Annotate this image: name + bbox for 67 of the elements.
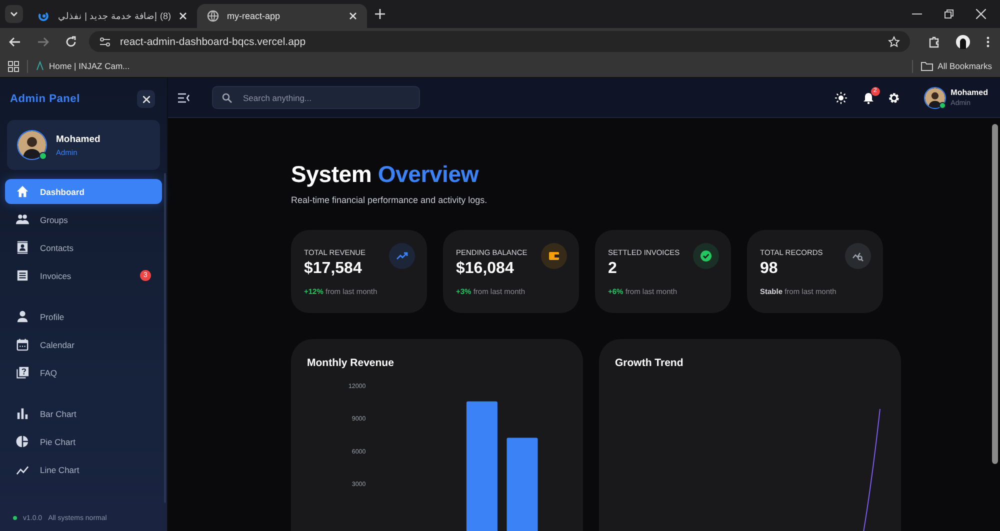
address-bar[interactable]: react-admin-dashboard-bqcs.vercel.app xyxy=(89,31,910,52)
user-name: Mohamed xyxy=(950,88,988,97)
stat-value: 2 xyxy=(608,260,618,278)
more-icon[interactable] xyxy=(986,36,990,48)
forward-icon[interactable] xyxy=(37,36,49,48)
chart-title: Monthly Revenue xyxy=(307,357,395,369)
chevron-down-icon[interactable] xyxy=(9,9,19,19)
stat-value: $16,084 xyxy=(456,260,515,278)
stat-value: $17,584 xyxy=(304,260,363,278)
site-settings-icon[interactable] xyxy=(99,36,111,46)
close-icon[interactable] xyxy=(349,12,357,20)
browser-tab[interactable]: my-react-app xyxy=(197,4,367,28)
nav-item[interactable]: Profile xyxy=(5,304,162,329)
nav-item[interactable]: FAQ xyxy=(5,360,162,385)
search-icon xyxy=(222,92,232,102)
faq-icon xyxy=(16,366,29,379)
menu-icon[interactable] xyxy=(178,92,190,102)
scrollbar[interactable] xyxy=(164,173,166,503)
close-icon xyxy=(142,96,150,102)
sun-icon[interactable] xyxy=(834,92,847,104)
close-sidebar-button[interactable] xyxy=(137,90,155,108)
user-name: Mohamed xyxy=(56,134,100,144)
bookmark-link[interactable]: Home | INJAZ Cam... xyxy=(36,61,130,71)
new-tab-icon[interactable] xyxy=(375,9,385,19)
contact-icon xyxy=(16,241,29,254)
profile-avatar-icon[interactable] xyxy=(956,34,970,48)
groups-icon xyxy=(16,213,29,226)
nav-item[interactable]: Contacts xyxy=(5,235,162,260)
chart-title: Growth Trend xyxy=(615,357,684,369)
reload-icon[interactable] xyxy=(65,36,77,48)
back-icon[interactable] xyxy=(9,36,21,48)
bar-icon xyxy=(16,407,29,420)
page-subtitle: Real-time financial performance and activity logs. xyxy=(291,195,488,205)
page-title: System Overview xyxy=(291,161,480,188)
nav-item[interactable]: Line Chart xyxy=(5,457,162,482)
settings-icon[interactable] xyxy=(888,92,900,104)
nav-item[interactable]: Dashboard xyxy=(5,179,162,204)
site-icon xyxy=(37,10,49,22)
search-field[interactable]: Search anything... xyxy=(212,86,420,109)
nav-item[interactable]: Groups xyxy=(5,207,162,232)
invoice-icon xyxy=(16,269,29,282)
star-icon[interactable] xyxy=(888,36,900,48)
calendar-icon xyxy=(16,338,29,351)
nav-item[interactable]: Pie Chart xyxy=(5,429,162,454)
pie-icon xyxy=(16,435,29,448)
all-bookmarks-button[interactable]: All Bookmarks xyxy=(920,61,992,71)
home-icon xyxy=(16,185,29,198)
app-title: Admin Panel xyxy=(10,93,80,105)
status-dot xyxy=(13,516,17,520)
folder-icon xyxy=(920,61,933,71)
bell-icon[interactable] xyxy=(862,92,874,104)
nav-item[interactable]: Calendar xyxy=(5,332,162,357)
avatar xyxy=(18,131,46,159)
profile-icon xyxy=(16,310,29,323)
globe-icon xyxy=(207,10,219,22)
apps-icon[interactable] xyxy=(8,60,19,72)
nav-item[interactable]: Bar Chart xyxy=(5,401,162,426)
bookmark-icon xyxy=(36,61,44,71)
stat-value: 98 xyxy=(760,260,779,278)
minimize-icon[interactable] xyxy=(912,13,922,15)
close-icon[interactable] xyxy=(976,9,986,19)
restore-icon[interactable] xyxy=(944,9,954,19)
scrollbar[interactable] xyxy=(992,124,998,464)
avatar[interactable] xyxy=(924,88,945,108)
extensions-icon[interactable] xyxy=(928,36,940,48)
browser-tab[interactable]: (8) إضافة خدمة جديد | نفذلي xyxy=(27,4,197,28)
close-icon[interactable] xyxy=(179,12,187,20)
